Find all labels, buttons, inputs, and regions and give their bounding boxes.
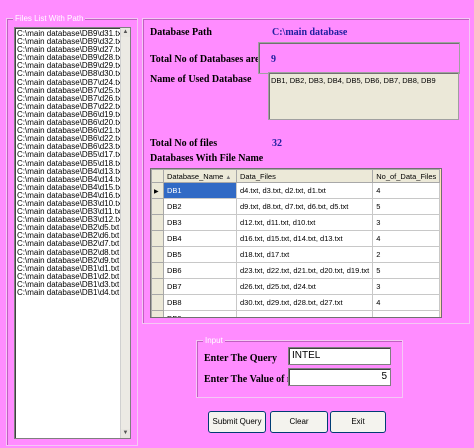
n-label: Enter The Value of n (204, 374, 293, 385)
files-list-scrollbar[interactable]: ▲ ▼ (120, 28, 130, 438)
row-header-cell[interactable] (151, 310, 164, 317)
total-dbs-value: 9 (271, 54, 276, 65)
scroll-up-arrow-icon[interactable]: ▲ (121, 28, 130, 37)
grid-label: Databases With File Name (150, 153, 264, 164)
cell-no-of-data-files[interactable]: 4 (372, 230, 441, 247)
cell-data-files[interactable]: d18.txt, d17.txt (235, 246, 374, 263)
row-header-cell[interactable] (151, 278, 164, 295)
used-db-label: Name of Used Database (150, 74, 252, 85)
cell-database-name[interactable]: DB6 (163, 262, 237, 279)
submit-query-button[interactable]: Submit Query (208, 411, 266, 433)
databases-grid[interactable]: Database_Name ▲ Data_Files No_of_Data_Fi… (150, 168, 442, 318)
cell-data-files[interactable]: d16.txt, d15.txt, d14.txt, d13.txt (235, 230, 374, 247)
table-row[interactable]: DB2 d9.txt, d8.txt, d7.txt, d6.txt, d5.tx… (151, 198, 441, 215)
used-db-textbox[interactable]: DB1, DB2, DB3, DB4, DB5, DB6, DB7, DB8, … (268, 72, 459, 120)
grid-header-database-name[interactable]: Database_Name ▲ (163, 169, 237, 183)
cell-database-name[interactable]: DB8 (163, 294, 237, 311)
cell-no-of-data-files[interactable]: 5 (372, 262, 441, 279)
query-input[interactable]: INTEL (288, 347, 391, 365)
cell-no-of-data-files[interactable]: 4 (372, 182, 441, 199)
cell-database-name[interactable]: DB3 (163, 214, 237, 231)
exit-button[interactable]: Exit (330, 411, 386, 433)
cell-data-files[interactable]: d4.txt, d3.txt, d2.txt, d1.txt (235, 182, 374, 199)
query-label: Enter The Query (204, 353, 277, 364)
sort-ascending-icon: ▲ (225, 174, 232, 181)
total-files-value: 32 (272, 138, 282, 149)
grid-header-row: Database_Name ▲ Data_Files No_of_Data_Fi… (151, 169, 441, 183)
table-row[interactable]: ▶ DB1 d4.txt, d3.txt, d2.txt, d1.txt 4 (151, 182, 441, 199)
grid-corner-cell (151, 169, 164, 183)
cell-no-of-data-files[interactable]: 3 (372, 278, 441, 295)
table-row[interactable]: DB9 (151, 310, 441, 317)
table-row[interactable]: DB6 d23.txt, d22.txt, d21.txt, d20.txt, d… (151, 262, 441, 279)
cell-no-of-data-files[interactable]: 2 (372, 246, 441, 263)
cell-data-files[interactable]: d26.txt, d25.txt, d24.txt (235, 278, 374, 295)
used-db-value: DB1, DB2, DB3, DB4, DB5, DB6, DB7, DB8, … (271, 76, 436, 85)
cell-data-files[interactable]: d23.txt, d22.txt, d21.txt, d20.txt, d19.… (235, 262, 374, 279)
files-listbox[interactable]: C:\main database\DB9\d31.txt C:\main data… (14, 27, 131, 439)
db-path-label: Database Path (150, 27, 212, 38)
current-row-arrow-icon: ▶ (154, 189, 159, 195)
row-header-cell[interactable] (151, 294, 164, 311)
grid-header-no-of-data-files[interactable]: No_of_Data_Files (372, 169, 441, 183)
cell-data-files[interactable]: d12.txt, d11.txt, d10.txt (235, 214, 374, 231)
row-header-cell[interactable] (151, 230, 164, 247)
input-legend: Input (203, 335, 225, 346)
cell-data-files[interactable]: d30.txt, d29.txt, d28.txt, d27.txt (235, 294, 374, 311)
cell-no-of-data-files[interactable]: 4 (372, 294, 441, 311)
total-files-label: Total No of files (150, 138, 218, 149)
table-row[interactable]: DB8 d30.txt, d29.txt, d28.txt, d27.txt 4 (151, 294, 441, 311)
clear-button[interactable]: Clear (270, 411, 328, 433)
table-row[interactable]: DB3 d12.txt, d11.txt, d10.txt 3 (151, 214, 441, 231)
n-input-value: 5 (381, 371, 387, 382)
total-dbs-box: 9 (258, 42, 460, 74)
table-row[interactable]: DB4 d16.txt, d15.txt, d14.txt, d13.txt 4 (151, 230, 441, 247)
db-path-value: C:\main database (272, 27, 348, 38)
cell-database-name[interactable]: DB5 (163, 246, 237, 263)
scroll-down-arrow-icon[interactable]: ▼ (121, 429, 130, 438)
row-header-cell[interactable] (151, 198, 164, 215)
grid-header-data-files[interactable]: Data_Files (235, 169, 374, 183)
files-list-legend: Files List With Path (13, 13, 86, 24)
cell-no-of-data-files[interactable]: 5 (372, 198, 441, 215)
cell-database-name[interactable]: DB4 (163, 230, 237, 247)
row-header-cell[interactable] (151, 214, 164, 231)
files-list-items: C:\main database\DB9\d31.txt C:\main data… (17, 29, 124, 297)
cell-database-name[interactable]: DB1 (163, 182, 237, 199)
row-header-cell[interactable] (151, 246, 164, 263)
cell-database-name[interactable]: DB7 (163, 278, 237, 295)
cell-database-name[interactable]: DB2 (163, 198, 237, 215)
row-header-cell[interactable]: ▶ (151, 182, 164, 199)
row-header-cell[interactable] (151, 262, 164, 279)
query-input-value: INTEL (292, 350, 321, 361)
table-row[interactable]: DB7 d26.txt, d25.txt, d24.txt 3 (151, 278, 441, 295)
cell-data-files[interactable]: d9.txt, d8.txt, d7.txt, d6.txt, d5.txt (235, 198, 374, 215)
cell-no-of-data-files[interactable]: 3 (372, 214, 441, 231)
file-list-item[interactable]: C:\main database\DB1\d4.txt (17, 288, 120, 297)
cell-database-name[interactable]: DB9 (163, 310, 237, 317)
total-dbs-label: Total No of Databases are (150, 54, 260, 65)
cell-no-of-data-files[interactable] (372, 310, 441, 317)
table-row[interactable]: DB5 d18.txt, d17.txt 2 (151, 246, 441, 263)
cell-data-files[interactable] (235, 310, 374, 317)
n-input[interactable]: 5 (288, 368, 391, 386)
